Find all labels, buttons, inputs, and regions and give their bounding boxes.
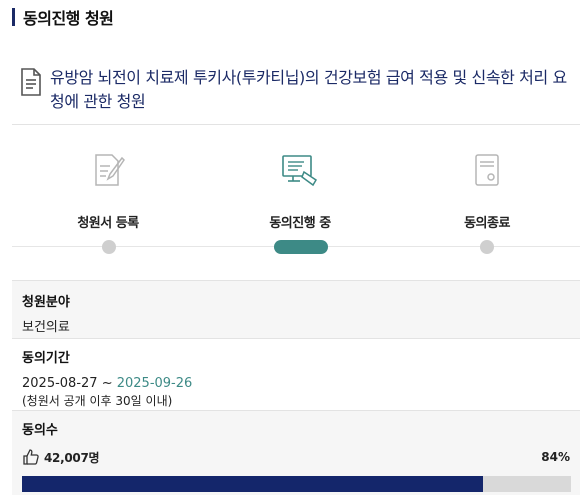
pen-document-icon (95, 154, 125, 186)
document-icon (21, 68, 41, 96)
field-section: 청원분야 보건의료 (12, 280, 580, 338)
thumbs-up-icon (23, 449, 39, 465)
step-dot-pending (480, 240, 494, 254)
step-in-progress: 동의진행 중 (240, 150, 360, 231)
period-start: 2025-08-27 (22, 376, 98, 391)
step-registration: 청원서 등록 (48, 150, 168, 231)
step-closed: 동의종료 (427, 150, 547, 231)
period-value: 2025-08-27 ~ 2025-09-26 (22, 376, 570, 391)
period-note: (청원서 공개 이후 30일 이내) (22, 394, 173, 408)
votes-count-group: 42,007명 (22, 448, 100, 466)
step-label: 동의진행 중 (269, 216, 331, 231)
votes-progress-fill (22, 476, 484, 492)
section-title-text: 동의진행 청원 (23, 9, 114, 28)
step-label: 동의종료 (464, 216, 510, 231)
period-separator: ~ (97, 376, 117, 391)
title-accent-bar (12, 8, 15, 26)
period-end: 2025-09-26 (116, 376, 193, 391)
votes-label: 동의수 (22, 423, 58, 438)
period-label: 동의기간 (22, 351, 70, 366)
field-label: 청원분야 (22, 295, 70, 310)
document-seal-icon (475, 154, 499, 186)
votes-section: 동의수 42,007명 84% (12, 410, 580, 495)
votes-progress-bar (22, 476, 571, 492)
monitor-signing-icon (282, 155, 318, 187)
votes-row: 42,007명 84% (22, 448, 570, 466)
votes-percent: 84% (541, 450, 570, 464)
divider (12, 124, 580, 125)
section-title: 동의진행 청원 (12, 6, 114, 28)
step-dot-done (102, 240, 116, 254)
field-value: 보건의료 (22, 320, 70, 335)
petition-title: 유방암 뇌전이 치료제 투키사(투카티닙)의 건강보험 급여 적용 및 신속한 … (20, 66, 570, 114)
step-label: 청원서 등록 (77, 216, 139, 231)
votes-count: 42,007명 (44, 450, 100, 465)
petition-title-text: 유방암 뇌전이 치료제 투키사(투카티닙)의 건강보험 급여 적용 및 신속한 … (50, 68, 567, 111)
step-indicator-active (274, 240, 328, 254)
period-section: 동의기간 2025-08-27 ~ 2025-09-26 (청원서 공개 이후 … (12, 338, 580, 410)
